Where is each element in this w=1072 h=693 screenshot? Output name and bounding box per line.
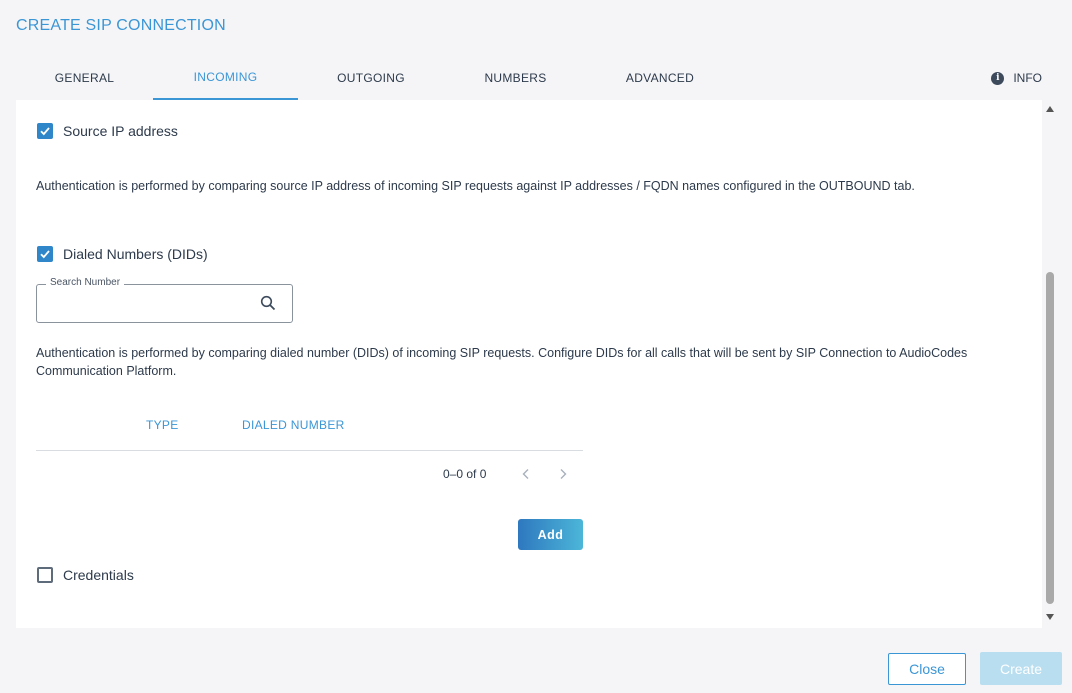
scroll-down-arrow-icon[interactable] [1046, 614, 1054, 620]
check-icon [40, 127, 50, 136]
close-button[interactable]: Close [888, 653, 966, 685]
search-number-input[interactable] [47, 293, 247, 315]
tab-advanced[interactable]: ADVANCED [587, 56, 733, 100]
pagination-next-button[interactable] [553, 464, 573, 484]
create-button[interactable]: Create [980, 652, 1062, 685]
scroll-up-arrow-icon[interactable] [1046, 106, 1054, 112]
search-number-field: Search Number [36, 277, 293, 323]
chevron-right-icon [560, 469, 567, 479]
tab-info[interactable]: i INFO [991, 56, 1042, 100]
pagination-range: 0–0 of 0 [443, 467, 487, 481]
tab-outgoing[interactable]: OUTGOING [298, 56, 444, 100]
tab-info-label: INFO [1013, 71, 1042, 85]
search-icon[interactable] [260, 295, 276, 311]
dialog-title: CREATE SIP CONNECTION [16, 17, 226, 34]
source-ip-label: Source IP address [63, 123, 178, 139]
credentials-row: Credentials [37, 567, 134, 583]
column-header-dialed-number[interactable]: DIALED NUMBER [242, 418, 345, 432]
credentials-checkbox[interactable] [37, 567, 53, 583]
info-icon: i [991, 71, 1005, 85]
search-number-label: Search Number [46, 277, 125, 288]
tab-numbers[interactable]: NUMBERS [444, 56, 587, 100]
column-header-type[interactable]: TYPE [146, 418, 179, 432]
vertical-scrollbar[interactable] [1043, 100, 1057, 628]
tab-bar: GENERAL INCOMING OUTGOING NUMBERS ADVANC… [16, 56, 1056, 100]
dids-row: Dialed Numbers (DIDs) [37, 246, 208, 262]
tab-incoming[interactable]: INCOMING [153, 56, 298, 100]
dids-checkbox[interactable] [37, 246, 53, 262]
scroll-thumb[interactable] [1046, 272, 1054, 604]
tab-general[interactable]: GENERAL [16, 56, 153, 100]
dids-label: Dialed Numbers (DIDs) [63, 246, 208, 262]
dids-description: Authentication is performed by comparing… [36, 346, 968, 378]
table-divider [36, 450, 583, 451]
add-did-button[interactable]: Add [518, 519, 583, 550]
credentials-label: Credentials [63, 567, 134, 583]
source-ip-checkbox[interactable] [37, 123, 53, 139]
pagination-prev-button[interactable] [516, 464, 536, 484]
incoming-panel: Source IP address Authentication is perf… [16, 100, 1042, 628]
source-ip-row: Source IP address [37, 123, 178, 139]
check-icon [40, 250, 50, 259]
chevron-left-icon [522, 469, 529, 479]
source-ip-description: Authentication is performed by comparing… [36, 179, 915, 193]
